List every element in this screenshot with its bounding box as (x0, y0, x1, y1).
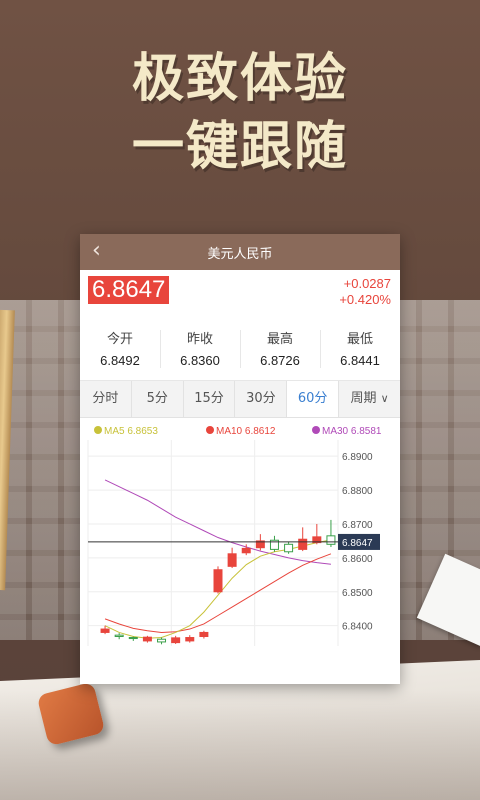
stat-high: 最高 6.8726 (240, 318, 320, 380)
stats-row: 今开 6.8492 昨收 6.8360 最高 6.8726 最低 6.8441 (80, 318, 400, 381)
candle-body (114, 634, 124, 638)
top-bar: ‹ 美元人民币 (80, 234, 400, 270)
legend-label-ma30: MA30 6.8581 (322, 426, 382, 437)
price-change: +0.0287 +0.420% (339, 276, 391, 308)
headline-line2: 一键跟随 (131, 117, 348, 177)
candle-body (185, 637, 195, 642)
candle-body (241, 547, 251, 554)
ma30-line (104, 479, 332, 565)
last-price-label: 6.8647 (342, 538, 373, 549)
period-tabs: 分时 5分 15分 30分 60分 周期 ∨ (80, 381, 400, 418)
change-value: +0.0287 (343, 276, 391, 291)
stat-label: 今开 (106, 332, 133, 347)
candle-body (157, 638, 167, 643)
legend-dot-ma5 (94, 426, 102, 434)
y-tick-label: 6.8400 (342, 622, 373, 633)
stat-prev-close: 昨收 6.8360 (160, 318, 240, 380)
tab-15min[interactable]: 15分 (184, 381, 236, 417)
current-price: 6.8647 (88, 276, 170, 304)
candle-body (213, 569, 223, 593)
candle-body (142, 636, 152, 642)
candle-body (100, 628, 110, 633)
legend-dot-ma30 (312, 426, 320, 434)
stat-open: 今开 6.8492 (80, 318, 160, 380)
candle-body (227, 553, 237, 567)
stat-low: 最低 6.8441 (320, 318, 400, 380)
y-tick-label: 6.8700 (342, 520, 373, 531)
tab-30min[interactable]: 30分 (235, 381, 288, 417)
kline-svg: 6.8900 6.8800 6.8700 6.8600 6.8500 6.8400 MA5 … (87, 426, 382, 646)
phone-screen: ‹ 美元人民币 6.8647 +0.0287 +0.420% 今开 6.8492… (80, 234, 400, 684)
candle-body (199, 631, 209, 638)
y-tick-label: 6.8500 (342, 588, 373, 599)
tab-period-dropdown[interactable]: 周期 ∨ (339, 381, 400, 417)
stat-value: 6.8360 (180, 353, 220, 368)
tab-period-label: 周期 (350, 391, 377, 406)
page-title: 美元人民币 (207, 247, 273, 262)
stat-value: 6.8492 (100, 353, 140, 368)
tab-5min[interactable]: 5分 (132, 381, 184, 417)
price-bar: 6.8647 +0.0287 +0.420% (80, 270, 400, 318)
stat-label: 最高 (266, 332, 293, 347)
candle-body (128, 637, 138, 640)
kline-chart[interactable]: 6.8900 6.8800 6.8700 6.8600 6.8500 6.8400 MA5 … (80, 418, 400, 650)
legend-label-ma10: MA10 6.8612 (216, 426, 276, 437)
stat-value: 6.8726 (260, 353, 300, 368)
tab-60min[interactable]: 60分 (287, 381, 340, 417)
tab-timeshare[interactable]: 分时 (80, 381, 132, 417)
candle-body (284, 543, 294, 553)
legend-dot-ma10 (206, 426, 214, 434)
change-percent: +0.420% (339, 292, 391, 307)
stat-label: 昨收 (186, 332, 213, 347)
y-tick-label: 6.8900 (342, 452, 373, 463)
chevron-down-icon: ∨ (380, 392, 389, 405)
candle-body (298, 538, 308, 550)
headline-line1: 极致体验 (131, 49, 348, 109)
y-tick-label: 6.8800 (342, 486, 373, 497)
y-tick-label: 6.8600 (342, 554, 373, 565)
stat-label: 最低 (346, 332, 373, 347)
legend-label-ma5: MA5 6.8653 (104, 426, 158, 437)
stat-value: 6.8441 (340, 353, 380, 368)
candle-body (171, 637, 181, 644)
candle-body (326, 535, 336, 545)
